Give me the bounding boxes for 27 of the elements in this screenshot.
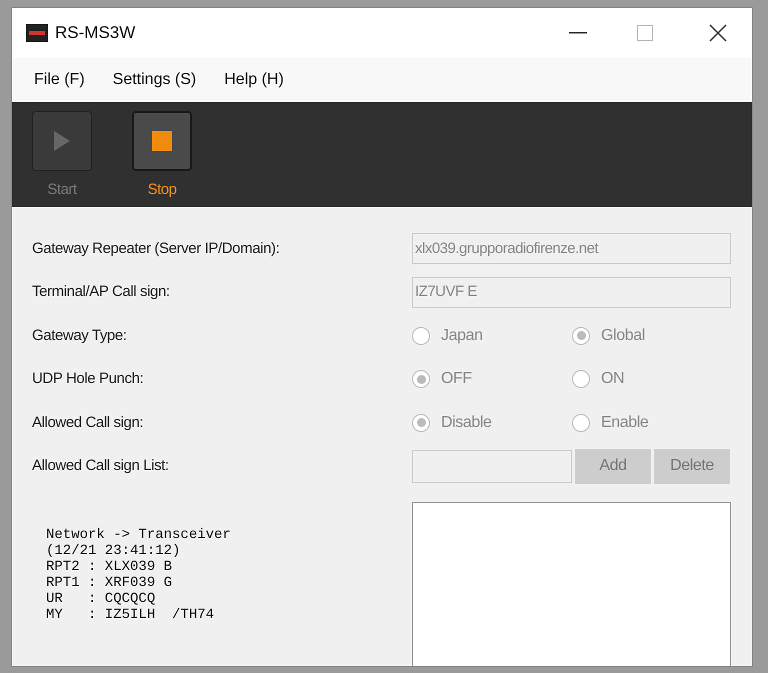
radio-label: Disable (441, 412, 492, 433)
field-label: Gateway Type: (31, 326, 128, 346)
radio-label: Japan (441, 326, 483, 346)
call-sign-list[interactable] (412, 502, 731, 666)
app-logo-icon (26, 24, 48, 42)
radio-label: Enable (601, 412, 648, 433)
menu-item[interactable]: File (F) (34, 68, 85, 92)
message-log: Network -> Transceiver (12/21 23:41:12) RPT2 : XLX039 B RPT1 : XRF039 G UR : CQCQCQ MY : IZ5ILH /TH74 (45, 526, 232, 625)
field-label: Allowed Call sign List: (31, 456, 170, 476)
maximize-icon[interactable] (637, 25, 653, 41)
window-title: RS-MS3W (55, 22, 136, 44)
toolbar-label: Stop (148, 180, 176, 200)
field-label: Gateway Repeater (Server IP/Domain): (31, 238, 280, 258)
menu-item[interactable]: Settings (S) (112, 68, 196, 92)
radio-label: OFF (441, 369, 472, 390)
play-icon (54, 131, 70, 151)
radio-label: ON (601, 369, 624, 390)
toolbar-label: Start (47, 180, 77, 200)
radio-label: Global (601, 326, 645, 346)
field-label: Allowed Call sign: (31, 412, 144, 432)
stop-button[interactable] (132, 111, 192, 171)
minimize-icon[interactable] (569, 32, 587, 34)
field-label: UDP Hole Punch: (31, 369, 144, 389)
close-icon[interactable] (709, 24, 727, 42)
menu-item[interactable]: Help (H) (224, 68, 284, 92)
field-label: Terminal/AP Call sign: (31, 282, 171, 302)
stop-icon (152, 131, 172, 151)
